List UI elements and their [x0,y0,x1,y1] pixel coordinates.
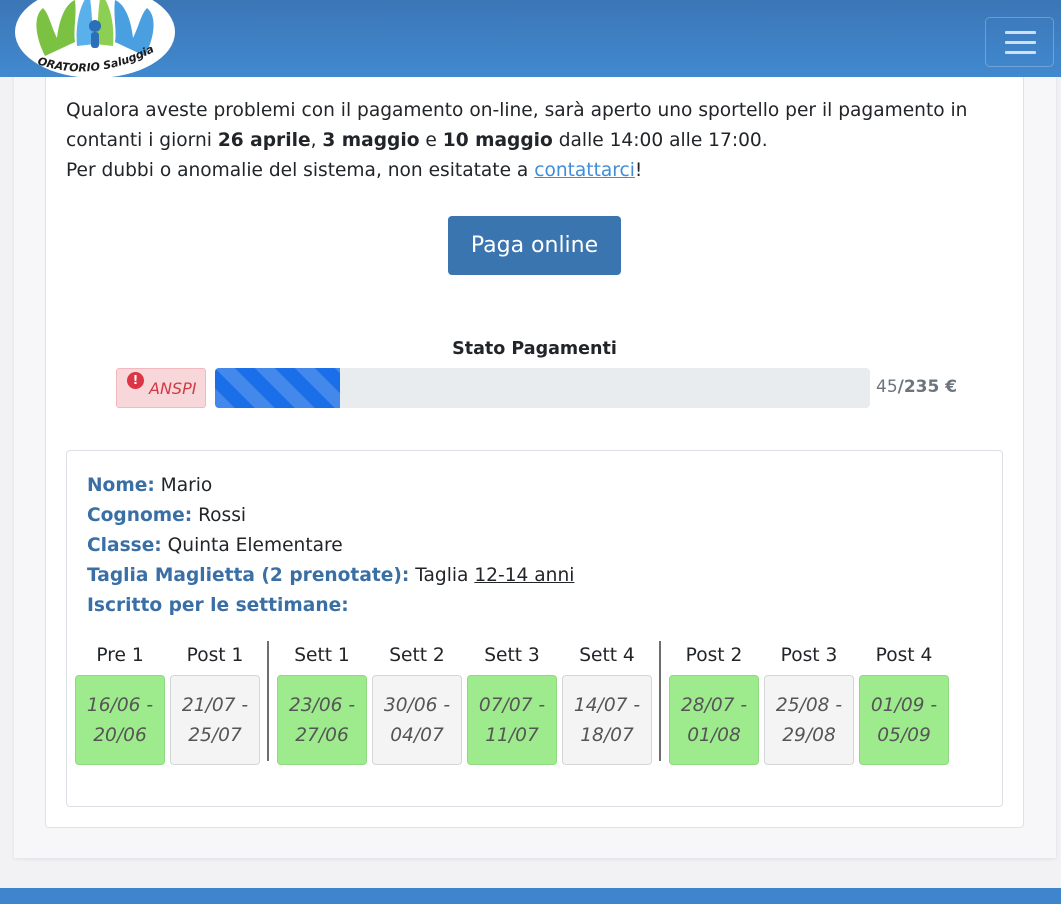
week-enrolled-box: 28/07 - 01/08 [669,675,759,765]
week-column: Sett 1 23/06 - 27/06 [277,641,367,765]
intro-line-1: Qualora aveste problemi con il pagamento… [66,100,968,121]
date-3: 10 maggio [442,130,553,151]
surname-label: Cognome: [87,505,193,526]
date-1: 26 aprile [217,130,311,151]
week-enrolled-box: 07/07 - 11/07 [467,675,557,765]
navbar: ORATORIO Saluggia [0,0,1061,78]
week-not-enrolled-box: 21/07 - 25/07 [170,675,260,765]
week-date-start: 14/07 - [573,695,641,716]
anspi-badge: ! ANSPI [116,368,206,408]
name-value: Mario [154,475,213,496]
week-label: Post 2 [685,645,743,666]
week-label: Sett 1 [294,645,350,666]
week-enrolled-box: 01/09 - 05/09 [859,675,949,765]
week-date-start: 21/07 - [181,695,249,716]
anspi-label: ANSPI [149,379,197,398]
week-date-end: 25/07 [188,725,242,746]
week-date-end: 27/06 [295,725,349,746]
intro-line-3: Per dubbi o anomalie del sistema, non es… [66,156,986,186]
week-column: Sett 3 07/07 - 11/07 [467,641,557,765]
week-label: Sett 4 [579,645,635,666]
week-label: Sett 3 [484,645,540,666]
pay-online-button[interactable]: Paga online [448,216,621,275]
intro-text: dalle 14:00 alle 17:00. [552,130,768,151]
weeks-label: Iscritto per le settimane: [87,595,349,616]
shirt-row: Taglia Maglietta (2 prenotate): Taglia 1… [87,561,574,591]
week-column: Pre 1 16/06 - 20/06 [75,641,165,765]
payment-status-title: Stato Pagamenti [452,339,617,359]
registration-details: Nome: Mario Cognome: Rossi Classe: Quint… [87,471,574,621]
class-row: Classe: Quinta Elementare [87,531,574,561]
week-enrolled-box: 16/06 - 20/06 [75,675,165,765]
week-label: Post 3 [780,645,838,666]
week-not-enrolled-box: 30/06 - 04/07 [372,675,462,765]
intro-line-2: contanti i giorni 26 aprile, 3 maggio e … [66,126,986,156]
hamburger-icon-bar [1005,51,1036,54]
week-date-end: 18/07 [580,725,634,746]
week-separator [267,641,269,761]
intro-text: ! [634,160,643,181]
payment-info-text: Qualora aveste problemi con il pagamento… [66,96,986,186]
week-separator [659,641,661,761]
week-not-enrolled-box: 14/07 - 18/07 [562,675,652,765]
week-date-start: 01/09 - [870,695,938,716]
progress-fill [215,368,341,408]
week-label: Post 4 [875,645,933,666]
payment-amount: 45/235 € [876,377,957,397]
week-column: Post 2 28/07 - 01/08 [669,641,759,765]
intro-sep: , [310,130,323,151]
week-date-end: 04/07 [390,725,444,746]
week-column: Sett 2 30/06 - 04/07 [372,641,462,765]
exclamation-circle-icon: ! [127,372,144,389]
intro-text: contanti i giorni [66,130,218,151]
week-date-start: 07/07 - [478,695,546,716]
shirt-size-value: 12-14 anni [474,565,575,586]
oratorio-logo[interactable]: ORATORIO Saluggia [15,0,175,78]
week-date-start: 16/06 - [86,695,154,716]
week-not-enrolled-box: 25/08 - 29/08 [764,675,854,765]
intro-sep: e [419,130,443,151]
week-label: Post 1 [186,645,244,666]
week-date-end: 01/08 [687,725,741,746]
week-date-end: 05/09 [877,725,931,746]
week-enrolled-box: 23/06 - 27/06 [277,675,367,765]
week-label: Sett 2 [389,645,445,666]
week-date-end: 11/07 [485,725,539,746]
class-label: Classe: [87,535,162,556]
amount-total: /235 € [897,377,958,397]
week-column: Post 4 01/09 - 05/09 [859,641,949,765]
week-date-end: 29/08 [782,725,836,746]
week-date-start: 25/08 - [775,695,843,716]
name-row: Nome: Mario [87,471,574,501]
footer-bar [0,888,1061,904]
shirt-label: Taglia Maglietta (2 prenotate): [87,565,410,586]
week-date-start: 28/07 - [680,695,748,716]
amount-paid: 45 [876,377,898,397]
surname-value: Rossi [192,505,247,526]
hamburger-icon-bar [1005,41,1036,44]
week-date-start: 30/06 - [383,695,451,716]
intro-text: Per dubbi o anomalie del sistema, non es… [66,160,535,181]
week-label: Pre 1 [96,645,144,666]
name-label: Nome: [87,475,155,496]
week-date-end: 20/06 [93,725,147,746]
payment-progress-bar [215,368,870,408]
surname-row: Cognome: Rossi [87,501,574,531]
week-column: Post 3 25/08 - 29/08 [764,641,854,765]
menu-toggle-button[interactable] [985,17,1054,67]
date-2: 3 maggio [322,130,420,151]
hamburger-icon [1005,31,1036,34]
class-value: Quinta Elementare [161,535,343,556]
contact-link[interactable]: contattarci [534,160,635,181]
weeks-row: Iscritto per le settimane: [87,591,574,621]
week-date-start: 23/06 - [288,695,356,716]
week-column: Sett 4 14/07 - 18/07 [562,641,652,765]
week-column: Post 1 21/07 - 25/07 [170,641,260,765]
shirt-prefix: Taglia [409,565,475,586]
